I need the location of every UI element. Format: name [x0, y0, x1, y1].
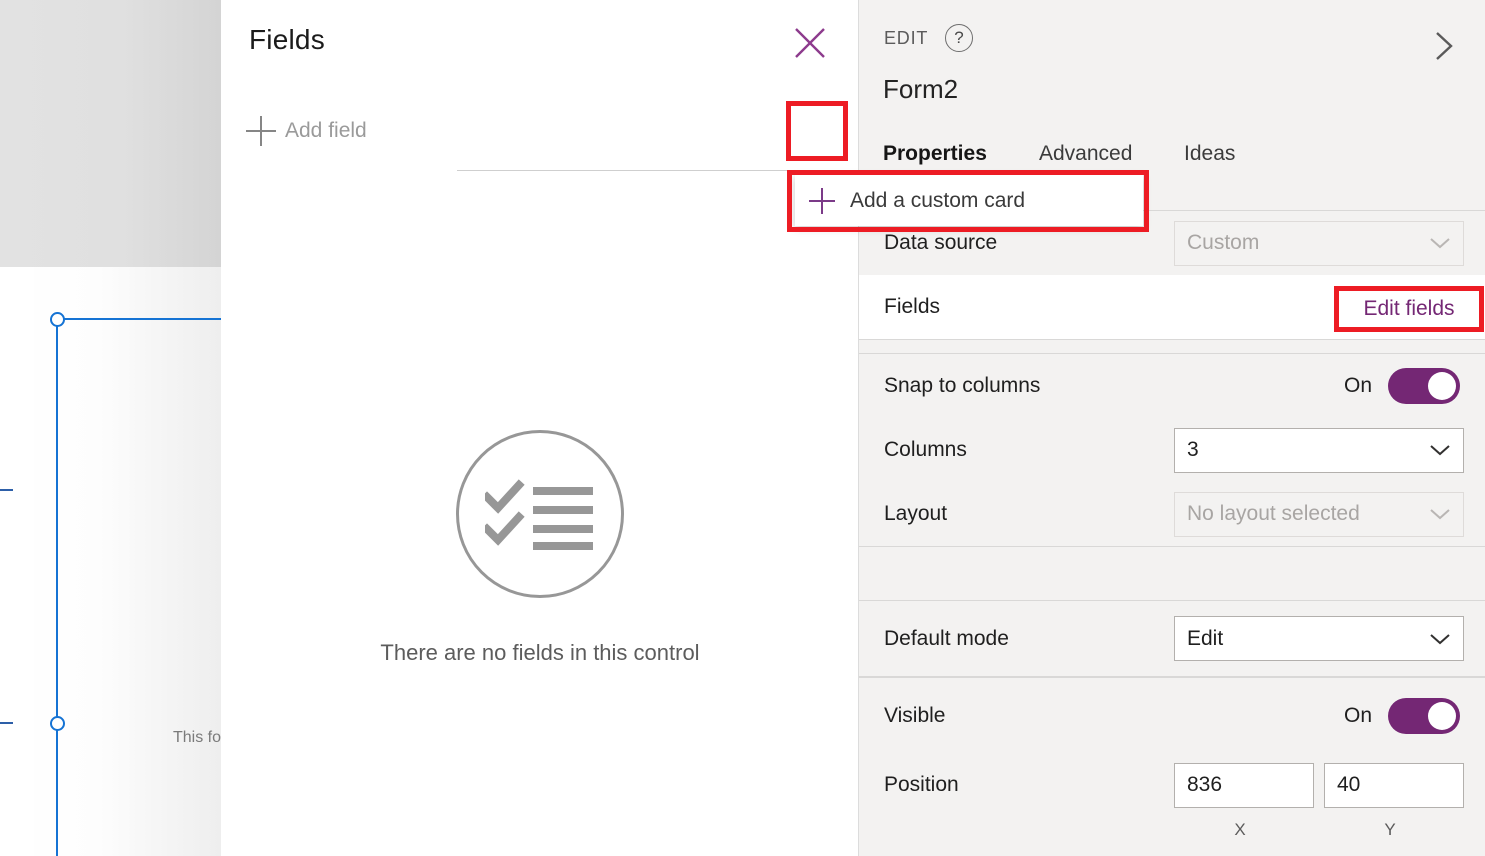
position-label: Position [884, 773, 959, 796]
add-field-label: Add field [285, 119, 367, 142]
chevron-right-icon[interactable] [1424, 26, 1464, 66]
app-root: This fo Fields Add field ••• [0, 0, 1485, 856]
properties-section-layout: Snap to columns On Columns 3 Layout No l… [859, 353, 1485, 547]
close-icon[interactable] [789, 22, 831, 64]
position-x-axis-label: X [1234, 820, 1246, 839]
add-custom-card-label: Add a custom card [850, 188, 1026, 212]
properties-panel-header: EDIT ? Form2 [859, 0, 1485, 140]
position-y-input[interactable]: 40 [1324, 762, 1464, 808]
position-y-axis-label: Y [1384, 820, 1396, 839]
layout-select: No layout selected [1174, 491, 1464, 537]
snap-to-columns-label: Snap to columns [884, 374, 1041, 397]
tab-ideas[interactable]: Ideas [1184, 142, 1235, 166]
chevron-down-icon [1429, 236, 1451, 250]
snap-to-columns-toggle[interactable] [1388, 368, 1460, 404]
layout-label: Layout [884, 502, 948, 525]
selection-handle-top-left[interactable] [50, 312, 65, 327]
edit-mode-label: EDIT [884, 28, 929, 48]
layout-value: No layout selected [1187, 502, 1360, 525]
chevron-down-icon [1429, 443, 1451, 457]
columns-value: 3 [1187, 438, 1199, 461]
canvas-ruler-tick-1 [0, 489, 13, 491]
default-mode-select[interactable]: Edit [1174, 616, 1464, 661]
fields-row-label: Fields [884, 295, 941, 318]
snap-to-columns-state: On [1343, 374, 1372, 397]
canvas-form-placeholder-text: This fo [173, 729, 221, 746]
selection-handle-middle-left[interactable] [50, 716, 65, 731]
toggle-knob [1428, 701, 1456, 730]
plus-icon [809, 187, 835, 214]
tab-advanced[interactable]: Advanced [1039, 142, 1132, 166]
columns-label: Columns [884, 438, 967, 461]
chevron-down-icon [1429, 632, 1451, 646]
selected-object-name: Form2 [883, 74, 959, 104]
position-x-input[interactable]: 836 [1174, 762, 1314, 808]
default-mode-label: Default mode [884, 626, 1009, 650]
visible-label: Visible [884, 703, 946, 727]
fields-panel-title: Fields [249, 24, 325, 55]
tab-properties[interactable]: Properties [883, 142, 987, 166]
position-axis-labels: X Y [1170, 820, 1460, 840]
selection-outline-left [56, 318, 58, 856]
data-source-select: Custom [1174, 220, 1464, 266]
row-default-mode: Default mode Edit [859, 601, 1485, 676]
row-snap-to-columns: Snap to columns On [859, 354, 1485, 418]
row-position: Position 836 40 [859, 753, 1485, 817]
row-layout: Layout No layout selected [859, 482, 1485, 546]
add-custom-card-menu-item[interactable]: Add a custom card [795, 175, 1143, 226]
default-mode-value: Edit [1187, 626, 1224, 650]
visible-toggle[interactable] [1388, 697, 1460, 734]
toggle-knob [1428, 372, 1456, 400]
properties-section-mode: Default mode Edit [859, 600, 1485, 677]
plus-icon [246, 116, 276, 146]
visible-state: On [1343, 703, 1372, 727]
row-visible: Visible On [859, 678, 1485, 753]
chevron-down-icon [1429, 507, 1451, 521]
edit-fields-link-annotated[interactable]: Edit fields [1334, 286, 1484, 332]
columns-select[interactable]: 3 [1174, 427, 1464, 473]
fields-panel: Fields Add field ••• [221, 0, 1077, 856]
data-source-label: Data source [884, 231, 998, 254]
data-source-value: Custom [1187, 231, 1260, 254]
app-canvas[interactable]: This fo [0, 0, 221, 856]
canvas-backdrop-top [0, 0, 221, 267]
row-columns: Columns 3 [859, 418, 1485, 482]
properties-panel: EDIT ? Form2 Properties Advanced Ideas D… [859, 0, 1485, 856]
fields-empty-state: There are no fields in this control [221, 430, 859, 666]
fields-empty-message: There are no fields in this control [380, 640, 700, 665]
checklist-circle-icon [456, 430, 624, 598]
help-icon[interactable]: ? [945, 24, 973, 52]
selection-outline-top [57, 318, 221, 320]
add-field-button[interactable]: Add field [221, 104, 859, 158]
canvas-left-margin [0, 267, 34, 856]
canvas-ruler-tick-2 [0, 722, 13, 724]
